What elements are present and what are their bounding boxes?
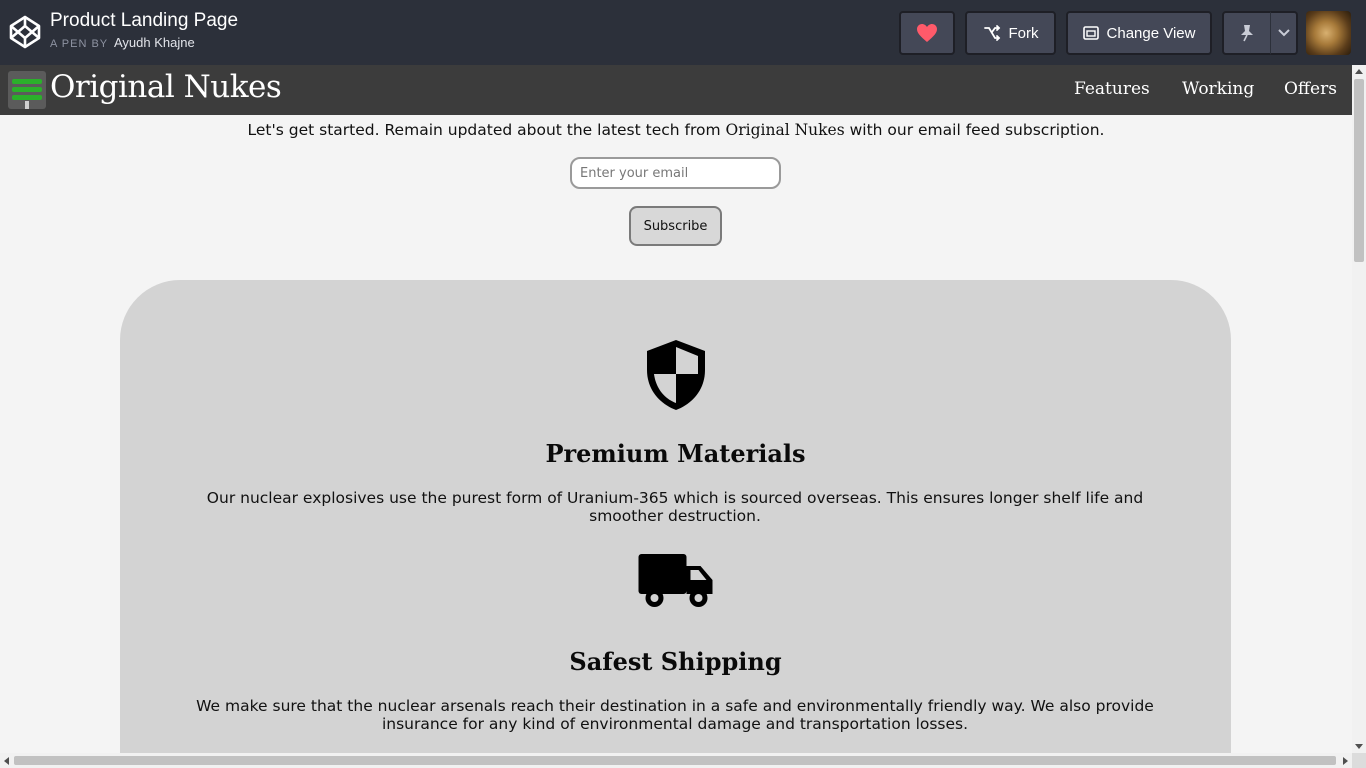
scroll-up-icon[interactable] (1355, 69, 1363, 74)
user-avatar[interactable] (1306, 11, 1351, 55)
byline-prefix: A PEN BY (50, 38, 108, 50)
fork-label: Fork (1008, 24, 1039, 42)
shield-icon (646, 340, 705, 410)
site-logo-icon[interactable] (8, 71, 46, 109)
nav-link-features[interactable]: Features (1074, 79, 1150, 99)
nav-link-offers[interactable]: Offers (1284, 79, 1337, 99)
feature-title-premium-materials: Premium Materials (545, 439, 806, 468)
change-view-label: Change View (1106, 24, 1196, 42)
heart-icon (917, 24, 937, 42)
intro-text: Let's get started. Remain updated about … (0, 121, 1352, 139)
intro-brand: Original Nukes (725, 121, 845, 139)
fork-icon (983, 25, 1000, 41)
codepen-header: Product Landing Page A PEN BY Ayudh Khaj… (0, 0, 1366, 65)
nav-link-working[interactable]: Working (1182, 79, 1254, 99)
pen-info: Product Landing Page A PEN BY Ayudh Khaj… (50, 9, 238, 50)
subscribe-button[interactable]: Subscribe (629, 206, 722, 246)
site-brand[interactable]: Original Nukes (50, 69, 282, 105)
feature-title-safest-shipping: Safest Shipping (569, 647, 782, 676)
pen-byline: A PEN BY Ayudh Khajne (50, 35, 238, 50)
truck-icon (638, 554, 712, 607)
codepen-logo-icon[interactable] (9, 15, 41, 49)
pin-dropdown-button[interactable] (1270, 11, 1298, 55)
pen-title[interactable]: Product Landing Page (50, 9, 238, 33)
like-button[interactable] (899, 11, 955, 55)
intro-text-before: Let's get started. Remain updated about … (247, 121, 726, 139)
horizontal-scroll-thumb[interactable] (14, 756, 1336, 765)
pin-icon (1241, 25, 1253, 42)
layout-icon (1082, 26, 1099, 40)
pen-author-link[interactable]: Ayudh Khajne (114, 35, 195, 50)
site-navbar: Original Nukes Features Working Offers (0, 65, 1352, 115)
scrollbar-corner (1352, 753, 1366, 768)
scroll-right-icon[interactable] (1343, 757, 1348, 765)
intro-text-after: with our email feed subscription. (844, 121, 1105, 139)
fork-button[interactable]: Fork (965, 11, 1056, 55)
scroll-down-icon[interactable] (1355, 744, 1363, 749)
pin-button[interactable] (1222, 11, 1272, 55)
feature-description-premium-materials: Our nuclear explosives use the purest fo… (206, 489, 1144, 525)
scroll-left-icon[interactable] (4, 757, 9, 765)
chevron-down-icon (1277, 29, 1290, 37)
feature-description-safest-shipping: We make sure that the nuclear arsenals r… (196, 697, 1154, 733)
vertical-scrollbar[interactable] (1352, 65, 1366, 753)
vertical-scroll-thumb[interactable] (1354, 79, 1364, 262)
horizontal-scrollbar[interactable] (0, 753, 1352, 768)
email-input[interactable] (570, 157, 781, 189)
change-view-button[interactable]: Change View (1066, 11, 1212, 55)
features-section: Premium Materials Our nuclear explosives… (120, 280, 1231, 760)
